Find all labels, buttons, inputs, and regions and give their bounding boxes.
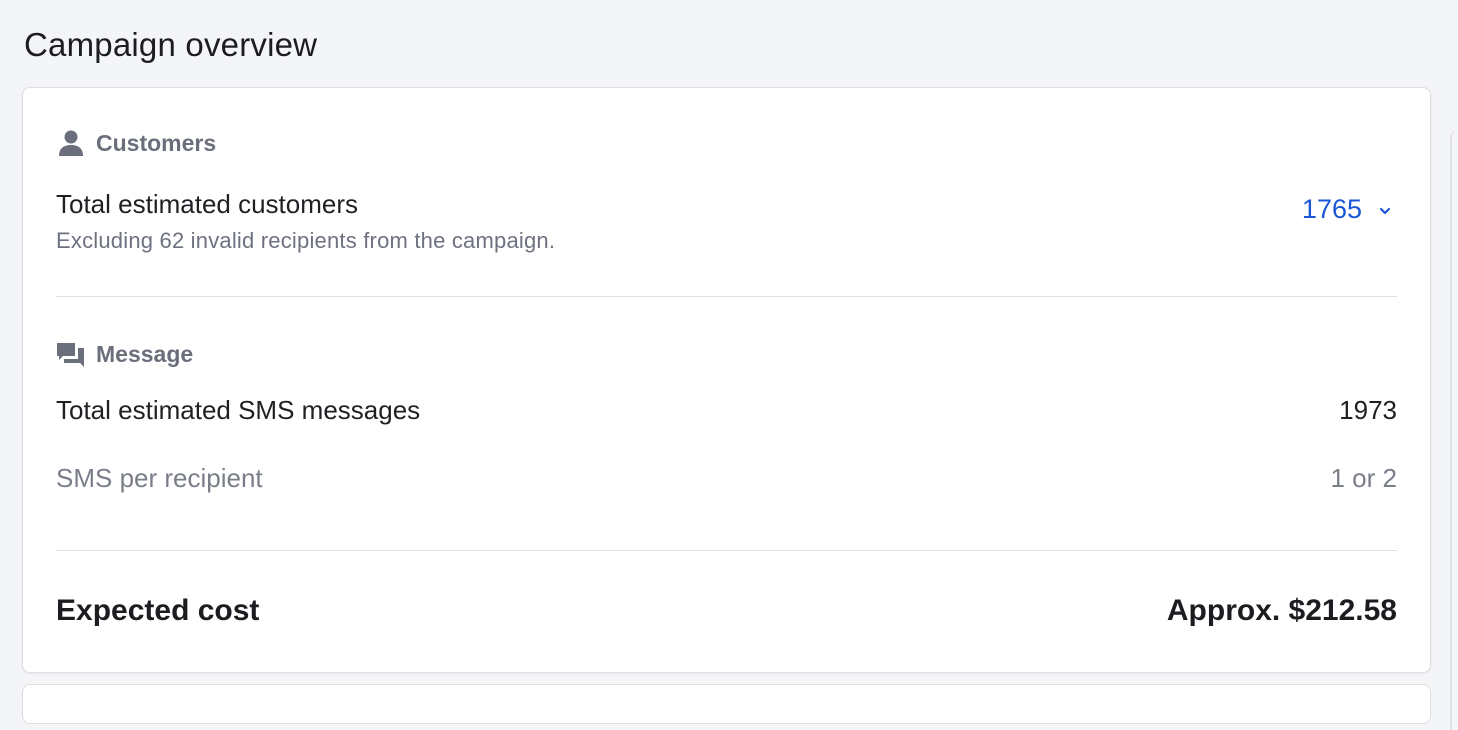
total-customers-toggle[interactable]: 1765	[1302, 194, 1392, 225]
chevron-down-icon	[1378, 194, 1392, 225]
invalid-recipients-note: Excluding 62 invalid recipients from the…	[56, 228, 556, 253]
sms-per-recipient-value: 1 or 2	[1330, 463, 1398, 493]
chat-bubbles-icon	[56, 339, 86, 369]
message-header-label: Message	[96, 340, 194, 367]
section-divider	[56, 296, 1397, 297]
total-sms-value: 1973	[1339, 395, 1397, 425]
customers-section-header: Customers	[56, 128, 216, 158]
page-title: Campaign overview	[24, 26, 318, 63]
expected-cost-value: Approx. $212.58	[1166, 594, 1397, 627]
total-customers-value: 1765	[1301, 194, 1362, 224]
person-icon	[56, 128, 86, 158]
customers-header-label: Customers	[96, 129, 217, 156]
sms-per-recipient-label: SMS per recipient	[56, 463, 263, 493]
message-section-header: Message	[56, 339, 193, 369]
expected-cost-label: Expected cost	[56, 594, 260, 627]
total-sms-label: Total estimated SMS messages	[56, 395, 421, 425]
next-card	[22, 684, 1431, 724]
side-panel-edge	[1450, 130, 1458, 730]
campaign-overview-card: Customers Total estimated customers Excl…	[22, 87, 1431, 673]
section-divider	[56, 550, 1397, 551]
total-customers-label: Total estimated customers	[56, 189, 359, 219]
